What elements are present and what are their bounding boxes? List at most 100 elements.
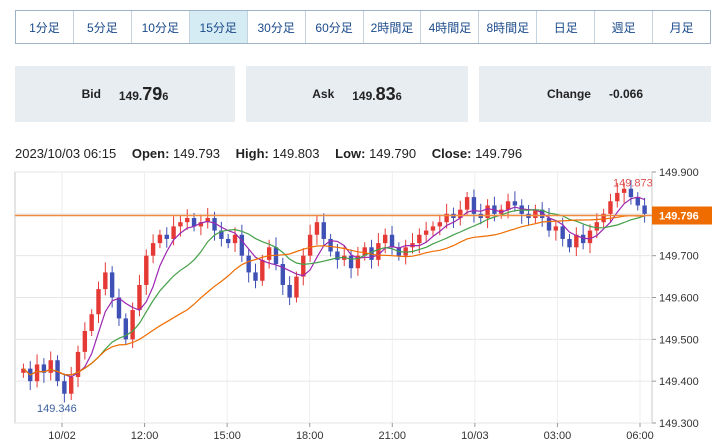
- tab-timeframe-1[interactable]: 5分足: [74, 11, 132, 43]
- tab-timeframe-6[interactable]: 2時間足: [364, 11, 422, 43]
- candle-body: [587, 230, 593, 244]
- candle-body: [307, 234, 313, 256]
- x-tick-label: 18:00: [296, 430, 324, 442]
- y-tick-label: 149.700: [659, 251, 699, 263]
- tab-timeframe-7[interactable]: 4時間足: [421, 11, 480, 43]
- candle-body: [505, 201, 511, 210]
- candle-body: [178, 222, 183, 227]
- close-value: 149.796: [475, 146, 523, 161]
- change-label: Change: [546, 87, 591, 101]
- current-price-label: 149.796: [659, 211, 699, 223]
- bid-value: 149.796: [118, 83, 169, 104]
- candle-body: [642, 205, 647, 214]
- ask-panel: Ask 149.836: [246, 66, 468, 122]
- candle-body: [608, 201, 613, 214]
- tab-timeframe-10[interactable]: 週足: [595, 11, 654, 43]
- high-label: High:: [235, 146, 269, 161]
- high-marker-label: 149.873: [613, 177, 653, 189]
- candle-body: [560, 226, 565, 239]
- candle-body: [621, 188, 627, 193]
- candle-body: [116, 297, 122, 319]
- candle-body: [437, 222, 443, 227]
- candle-body: [82, 330, 88, 352]
- tab-timeframe-8[interactable]: 8時間足: [479, 11, 538, 43]
- candle-body: [301, 255, 306, 277]
- candle-body: [430, 226, 436, 231]
- change-panel: Change -0.066: [479, 66, 711, 122]
- candle-body: [546, 218, 552, 231]
- candle-body: [103, 272, 108, 290]
- tab-timeframe-11[interactable]: 月足: [653, 11, 710, 43]
- candle-body: [635, 197, 640, 206]
- candle-body: [239, 234, 245, 256]
- tab-timeframe-2[interactable]: 10分足: [132, 11, 190, 43]
- candle-body: [144, 255, 149, 285]
- candle-body: [321, 222, 326, 239]
- bid-label: Bid: [81, 87, 101, 101]
- candle-body: [48, 360, 53, 373]
- candle-body: [164, 234, 169, 239]
- candle-body: [68, 376, 74, 394]
- x-tick-label: 21:00: [379, 430, 407, 442]
- price-chart[interactable]: 149.900149.800149.700149.600149.500149.4…: [0, 160, 720, 445]
- tab-timeframe-0[interactable]: 1分足: [16, 11, 74, 43]
- ohlc-datetime: 2023/10/03 06:15: [15, 146, 117, 161]
- candle-body: [423, 230, 429, 235]
- low-value: 149.790: [369, 146, 417, 161]
- close-label: Close:: [431, 146, 472, 161]
- ohlc-bar: 2023/10/03 06:15 Open: 149.793 High: 149…: [15, 146, 522, 161]
- candle-body: [580, 234, 586, 244]
- ask-value: 149.836: [352, 83, 402, 104]
- tab-timeframe-3[interactable]: 15分足: [189, 11, 248, 43]
- candle-body: [171, 226, 176, 239]
- y-tick-label: 149.300: [659, 418, 699, 430]
- tab-timeframe-5[interactable]: 60分足: [306, 11, 364, 43]
- x-tick-label: 10/02: [48, 430, 76, 442]
- candle-body: [260, 259, 265, 281]
- candle-body: [232, 234, 238, 244]
- candle-body: [382, 234, 388, 244]
- candle-body: [253, 272, 258, 281]
- candle-body: [225, 238, 231, 244]
- candle-body: [109, 272, 115, 298]
- candle-body: [314, 222, 320, 235]
- candle-body: [130, 310, 135, 340]
- x-tick-label: 06:00: [626, 430, 654, 442]
- candle-body: [137, 284, 142, 311]
- low-label: Low:: [335, 146, 366, 161]
- open-label: Open:: [131, 146, 170, 161]
- y-tick-label: 149.600: [659, 293, 699, 305]
- candle-body: [553, 226, 559, 231]
- tab-timeframe-9[interactable]: 日足: [537, 11, 596, 43]
- candle-body: [417, 234, 422, 244]
- candle-body: [150, 243, 156, 256]
- candle-body: [294, 276, 299, 298]
- x-tick-label: 15:00: [213, 430, 241, 442]
- bid-panel: Bid 149.796: [15, 66, 235, 122]
- x-tick-label: 10/03: [461, 430, 489, 442]
- candle-body: [62, 381, 67, 394]
- x-tick-label: 03:00: [544, 430, 572, 442]
- y-tick-label: 149.400: [659, 376, 699, 388]
- candle-body: [266, 247, 272, 260]
- change-value: -0.066: [608, 87, 644, 101]
- open-value: 149.793: [173, 146, 221, 161]
- candle-body: [246, 255, 251, 273]
- y-tick-label: 149.500: [659, 334, 699, 346]
- candle-body: [376, 243, 381, 260]
- high-value: 149.803: [272, 146, 320, 161]
- candle-body: [628, 188, 634, 198]
- candle-body: [389, 234, 395, 248]
- timeframe-tabs: 1分足 5分足 10分足 15分足 30分足 60分足 2時間足 4時間足 8時間足 日足 週足 月足: [15, 10, 711, 44]
- tab-timeframe-4[interactable]: 30分足: [248, 11, 306, 43]
- candle-body: [512, 201, 518, 206]
- candle-body: [348, 255, 354, 269]
- candle-body: [96, 289, 101, 315]
- low-marker-label: 149.346: [37, 403, 77, 415]
- candle-body: [567, 238, 572, 248]
- candle-body: [89, 314, 94, 331]
- candle-body: [157, 234, 163, 244]
- candle-body: [464, 197, 470, 210]
- x-tick-label: 12:00: [131, 430, 159, 442]
- candle-body: [185, 218, 190, 223]
